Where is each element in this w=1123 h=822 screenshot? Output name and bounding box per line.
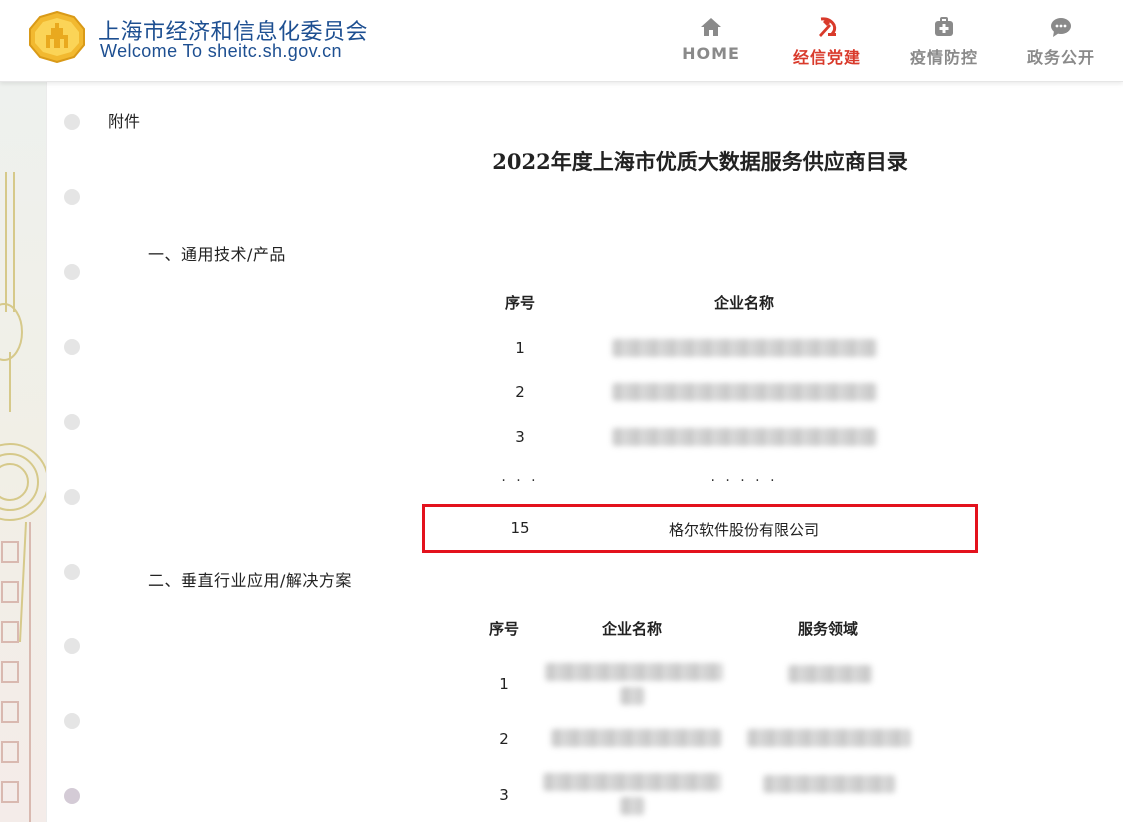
nav-government-affairs[interactable]: 政务公开 [1011,12,1111,72]
highlighted-row-index: 15 [510,519,530,537]
section-2-heading: 二、垂直行业应用/解决方案 [148,571,352,590]
nav-party-building-label: 经信党建 [792,48,861,67]
nav-epidemic-control-label: 疫情防控 [909,48,978,67]
redacted-company-name [612,428,877,446]
site-name-english: Welcome To sheitc.sh.gov.cn [100,41,342,61]
table-row-index: 2 [499,730,509,748]
section-1-heading: 一、通用技术/产品 [148,245,286,264]
table-row-index: 3 [515,428,525,446]
redacted-company-name [612,383,877,401]
nav-government-affairs-label: 政务公开 [1026,48,1095,67]
binder-hole [64,114,80,130]
medical-kit-icon [935,17,953,36]
binder-hole [64,638,80,654]
section-2-header-company: 企业名称 [601,620,662,638]
attachment-label: 附件 [108,112,141,131]
section-2-header-index: 序号 [488,620,519,638]
redacted-service-field [747,729,911,747]
section-1-header-index: 序号 [504,294,535,312]
binder-hole [64,189,80,205]
redacted-service-field [788,665,872,683]
document-title: 2022年度上海市优质大数据服务供应商目录 [492,149,908,174]
section-1-header-company: 企业名称 [713,294,774,312]
nav-party-building[interactable]: 经信党建 [777,12,877,72]
oriental-pearl-tower-illustration [0,172,46,822]
section-2-header-field: 服务领域 [797,620,858,638]
nav-home[interactable]: HOME [661,12,761,72]
redacted-service-field [763,775,895,793]
nav-home-label: HOME [682,44,740,63]
binder-hole [64,489,80,505]
highlighted-company-name: 格尔软件股份有限公司 [668,521,819,539]
redacted-company-name [543,773,721,791]
table-row-index: 1 [515,339,525,357]
binder-hole [64,564,80,580]
binder-hole [64,788,80,804]
ellipsis-index: · · · [501,473,539,489]
nav-epidemic-control[interactable]: 疫情防控 [894,12,994,72]
chat-bubble-icon [1051,18,1071,37]
table-row-index: 2 [515,383,525,401]
redacted-company-name [551,729,721,747]
site-logo-icon[interactable] [27,10,87,64]
table-row-index: 3 [499,786,509,804]
home-icon [701,18,721,36]
party-emblem-icon [819,17,837,37]
redacted-company-name [545,663,723,681]
binder-hole [64,713,80,729]
binder-hole [64,339,80,355]
site-header: 上海市经济和信息化委员会 Welcome To sheitc.sh.gov.cn… [0,0,1123,82]
redacted-company-name [620,687,644,705]
binder-hole [64,414,80,430]
redacted-company-name [612,339,877,357]
redacted-company-name [620,797,644,815]
table-row-index: 1 [499,675,509,693]
decorative-side-banner [0,82,47,822]
ellipsis-company: · · · · · [710,473,778,489]
binder-hole [64,264,80,280]
